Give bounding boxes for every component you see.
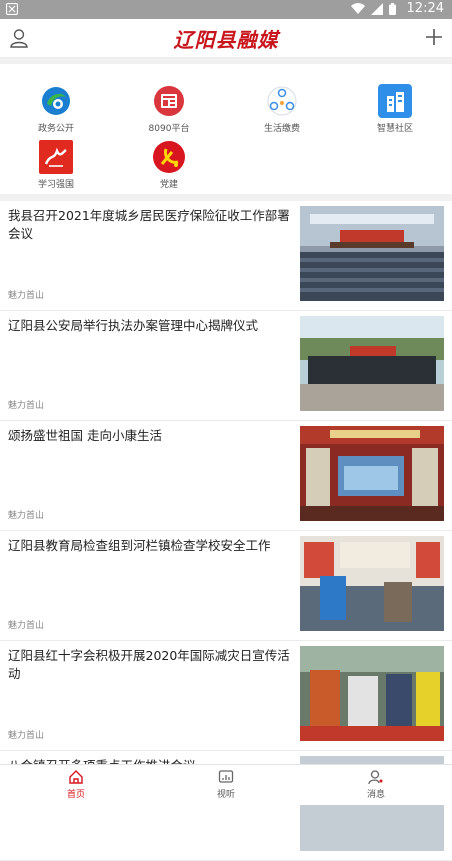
nav-tab-audio-video[interactable]: 视听 [176,769,276,800]
section-divider [0,194,452,201]
news-source: 魅力首山 [8,731,45,741]
service-item-8090[interactable]: 8090平台 [134,84,204,134]
news-item[interactable]: 辽阳县红十字会积极开展2020年国际减灾日宣传活动 魅力首山 [0,641,452,751]
plus-icon[interactable] [425,28,443,46]
smart-community-icon [378,84,412,118]
nav-label: 首页 [66,790,85,800]
app-logo: 辽阳县融媒 [173,28,279,52]
service-item-smart-community[interactable]: 智慧社区 [360,84,430,134]
signal-icon [371,3,383,15]
app-header: 辽阳县融媒 [0,19,452,58]
service-item-life-payment[interactable]: 生活缴费 [247,84,317,134]
party-building-icon [153,141,185,173]
battery-icon [389,3,396,15]
nav-label: 消息 [366,790,385,800]
news-source: 魅力首山 [8,511,45,521]
service-item-study[interactable]: 学习强国 [21,140,91,190]
news-thumbnail [300,206,444,301]
news-thumbnail [300,536,444,631]
home-icon [69,770,83,784]
platform-8090-icon [154,86,184,116]
news-item[interactable]: 辽阳县公安局举行执法办案管理中心揭牌仪式 魅力首山 [0,311,452,421]
news-title: 辽阳县教育局检查组到河栏镇检查学校安全工作 [8,538,271,553]
news-list: 我县召开2021年度城乡居民医疗保险征收工作部署会议 魅力首山 辽阳县公安局举行… [0,201,452,861]
study-strong-country-icon [39,140,73,174]
nav-tab-home[interactable]: 首页 [26,769,126,800]
news-item[interactable]: 辽阳县教育局检查组到河栏镇检查学校安全工作 魅力首山 [0,531,452,641]
service-label: 政务公开 [37,124,74,134]
news-source: 魅力首山 [8,291,45,301]
app-indicator-icon [6,3,18,15]
service-grid: 政务公开 8090平台 生活缴费 智慧社区 学习强国 党建 [0,64,452,192]
audio-video-icon [218,770,234,783]
news-thumbnail [300,646,444,741]
news-title: 颂扬盛世祖国 走向小康生活 [8,428,162,443]
service-label: 智慧社区 [376,124,413,134]
service-item-government[interactable]: 政务公开 [21,84,91,134]
life-payment-icon [267,86,297,116]
news-title: 我县召开2021年度城乡居民医疗保险征收工作部署会议 [8,208,290,241]
service-label: 党建 [159,180,178,190]
news-thumbnail [300,426,444,521]
service-item-party[interactable]: 党建 [134,140,204,190]
news-item[interactable]: 颂扬盛世祖国 走向小康生活 魅力首山 [0,421,452,531]
news-thumbnail [300,316,444,411]
nav-label: 视听 [216,790,235,800]
news-source: 魅力首山 [8,401,45,411]
status-bar: 12:24 [0,0,452,19]
news-title: 辽阳县公安局举行执法办案管理中心揭牌仪式 [8,318,259,333]
news-source: 魅力首山 [8,621,45,631]
news-title: 辽阳县红十字会积极开展2020年国际减灾日宣传活动 [8,648,290,681]
nav-tab-message[interactable]: 消息 [326,769,426,800]
government-icon [42,87,70,115]
service-label: 学习强国 [37,180,74,190]
service-label: 生活缴费 [263,124,300,134]
message-icon [368,770,383,785]
news-item[interactable]: 我县召开2021年度城乡居民医疗保险征收工作部署会议 魅力首山 [0,201,452,311]
bottom-nav: 首页 视听 消息 [0,764,452,805]
wifi-icon [351,3,365,15]
service-label: 8090平台 [148,124,190,134]
status-time: 12:24 [406,1,444,16]
